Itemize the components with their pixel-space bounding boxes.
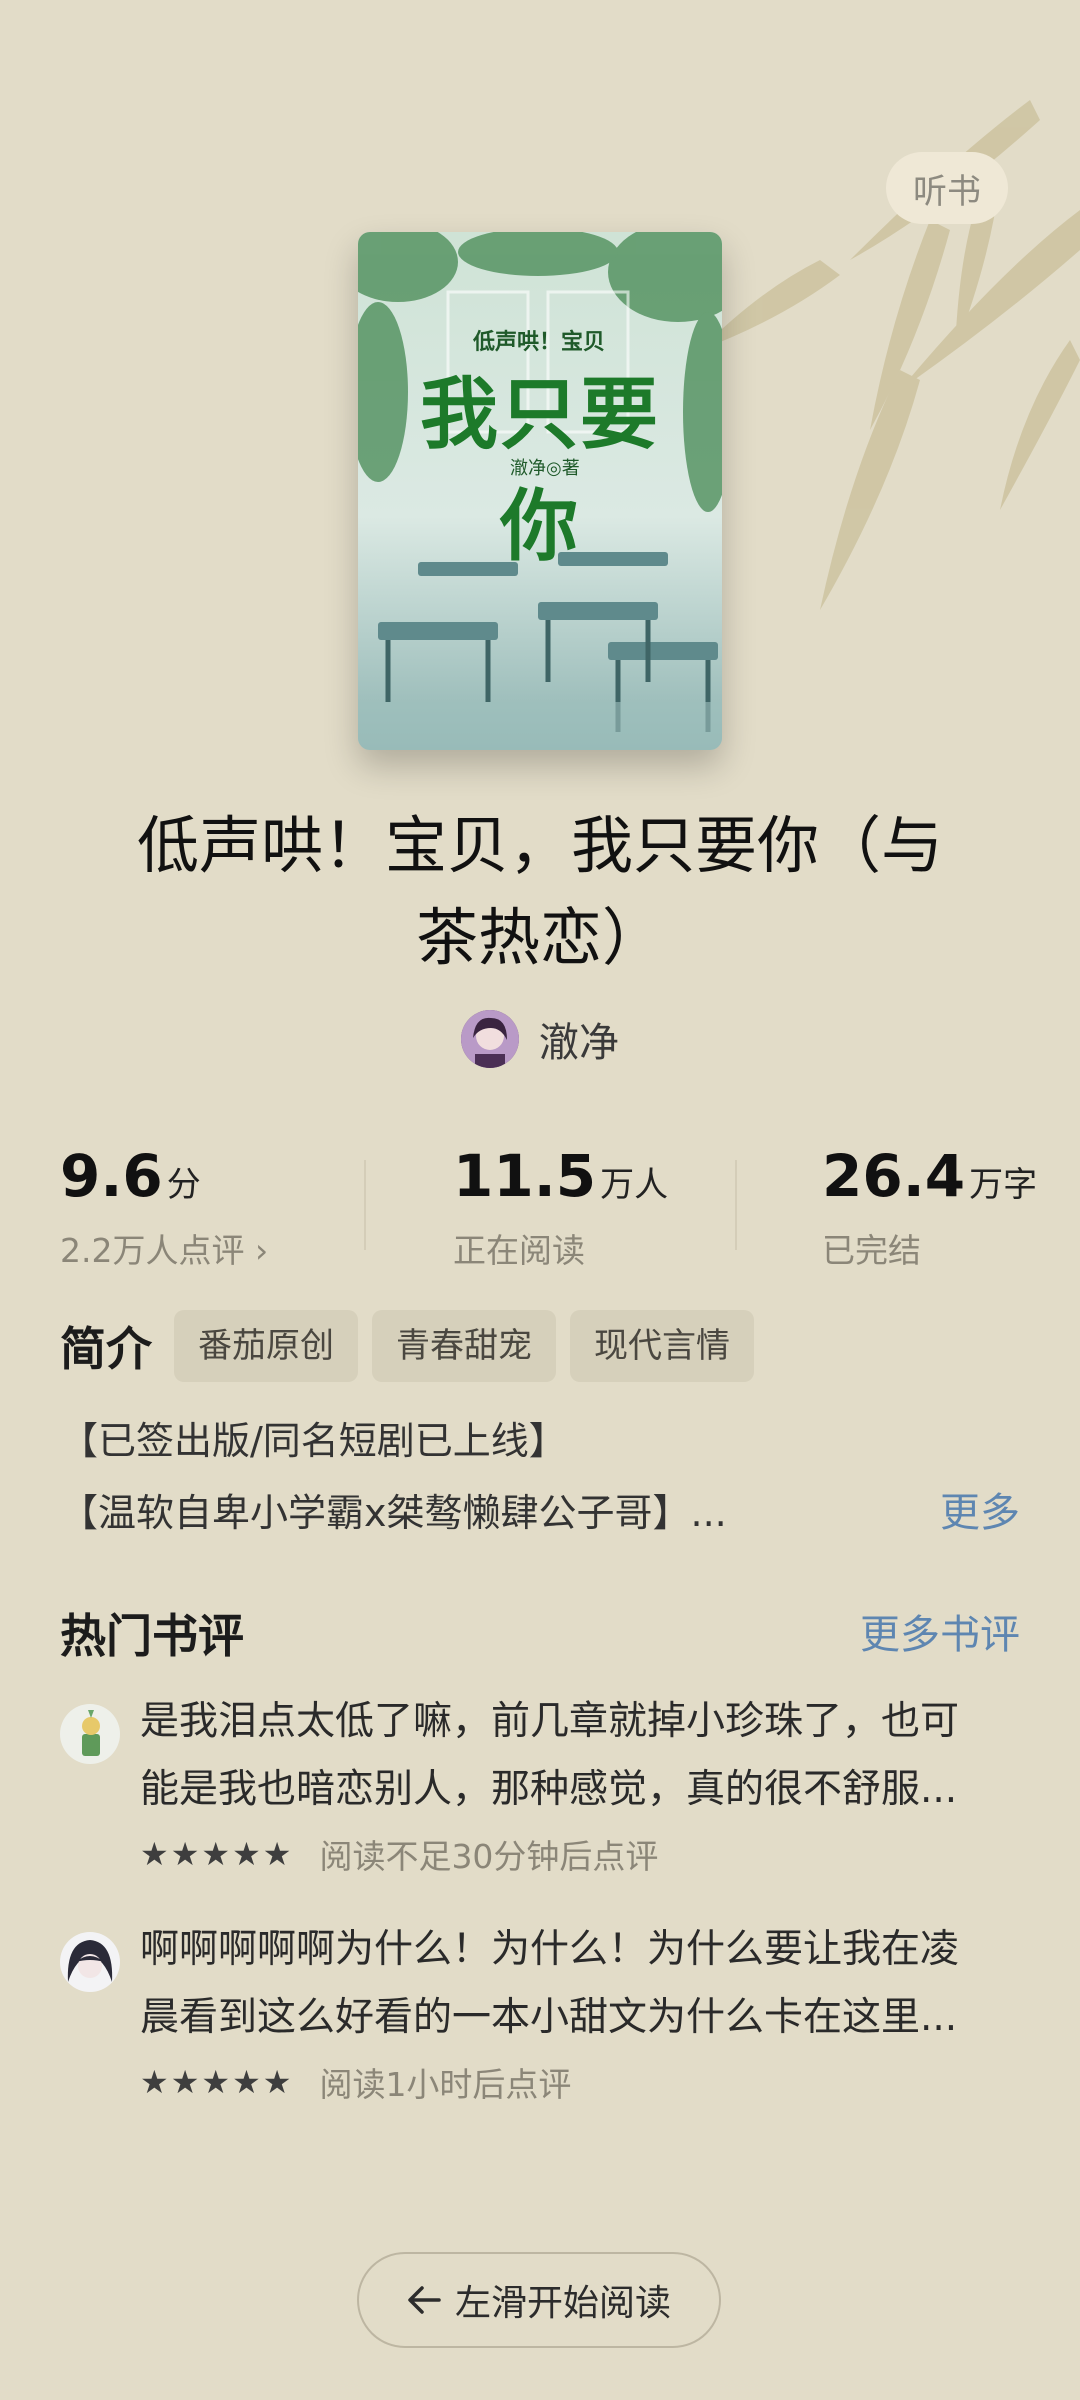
intro-line-2[interactable]: 【温软自卑小学霸x桀骜懒肆公子哥】... (60, 1482, 727, 1537)
start-reading-button[interactable]: 左滑开始阅读 (357, 2252, 721, 2348)
author-avatar[interactable] (461, 1010, 519, 1068)
readers-value: 11.5 (453, 1142, 597, 1210)
author-row[interactable]: 澈净 (0, 1010, 1080, 1068)
anime-avatar-icon[interactable] (60, 1932, 120, 1992)
score-stat[interactable]: 9.6 分 2.2万人点评 › (60, 1142, 268, 1272)
readers-stat: 11.5 万人 正在阅读 (453, 1142, 668, 1272)
intro-more-link[interactable]: 更多 (940, 1480, 1020, 1538)
book-title: 低声哄！宝贝，我只要你（与 茶热恋） (80, 800, 1000, 984)
author-name[interactable]: 澈净 (539, 1010, 619, 1068)
tag-original[interactable]: 番茄原创 (174, 1310, 358, 1382)
score-unit: 分 (166, 1165, 201, 1205)
listen-book-button[interactable]: 听书 (886, 152, 1008, 224)
book-stats: 9.6 分 2.2万人点评 › 11.5 万人 正在阅读 26.4 万字 已完结 (0, 1142, 1080, 1272)
listen-label: 听书 (913, 171, 981, 212)
stat-divider (364, 1160, 366, 1250)
start-reading-label: 左滑开始阅读 (454, 2283, 671, 2324)
intro-header: 简介 番茄原创 青春甜宠 现代言情 (60, 1310, 754, 1382)
words-stat: 26.4 万字 已完结 (822, 1142, 1037, 1272)
review-text: 是我泪点太低了嘛，前几章就掉小珍珠了，也可 能是我也暗恋别人，那种感觉，真的很不… (140, 1688, 1020, 1824)
review-meta: ★★★★★ 阅读1小时后点评 (140, 2058, 571, 2106)
intro-label: 简介 (60, 1322, 152, 1376)
review-time: 阅读不足30分钟后点评 (319, 1837, 659, 1876)
score-review-count[interactable]: 2.2万人点评 › (60, 1224, 268, 1272)
plant-avatar-icon[interactable] (60, 1704, 120, 1764)
score-value: 9.6 (60, 1142, 163, 1210)
tag-modern-romance[interactable]: 现代言情 (570, 1310, 754, 1382)
review-time: 阅读1小时后点评 (319, 2065, 572, 2104)
review-item[interactable]: 是我泪点太低了嘛，前几章就掉小珍珠了，也可 能是我也暗恋别人，那种感觉，真的很不… (60, 1699, 1020, 1880)
rating-stars: ★★★★★ (140, 1835, 294, 1873)
cover-author-mark: 澈净◎著 (510, 458, 580, 479)
review-item[interactable]: 啊啊啊啊啊为什么！为什么！为什么要让我在凌 晨看到这么好看的一本小甜文为什么卡在… (60, 1927, 1020, 2108)
completion-status: 已完结 (822, 1231, 921, 1270)
book-cover[interactable]: 低声哄！宝贝 我只要你 澈净◎著 (358, 232, 722, 750)
hot-reviews-title: 热门书评 (60, 1609, 244, 1663)
review-text: 啊啊啊啊啊为什么！为什么！为什么要让我在凌 晨看到这么好看的一本小甜文为什么卡在… (140, 1916, 1020, 2052)
tag-youth-romance[interactable]: 青春甜宠 (372, 1310, 556, 1382)
more-reviews-link[interactable]: 更多书评 (860, 1602, 1020, 1660)
arrow-left-icon (408, 2286, 441, 2314)
review-meta: ★★★★★ 阅读不足30分钟后点评 (140, 1830, 658, 1878)
words-value: 26.4 (822, 1142, 966, 1210)
book-title-line-1: 低声哄！宝贝，我只要你（与 (136, 809, 943, 882)
review-text-line-1: 是我泪点太低了嘛，前几章就掉小珍珠了，也可 (140, 1699, 960, 1744)
review-text-line-1: 啊啊啊啊啊为什么！为什么！为什么要让我在凌 (140, 1927, 960, 1972)
review-text-line-2: 晨看到这么好看的一本小甜文为什么卡在这里... (140, 1995, 958, 2040)
book-title-line-2: 茶热恋） (415, 901, 664, 974)
review-text-line-2: 能是我也暗恋别人，那种感觉，真的很不舒服... (140, 1767, 958, 1812)
intro-line-1: 【已签出版/同名短剧已上线】 (60, 1419, 567, 1463)
stat-divider (735, 1160, 737, 1250)
rating-stars: ★★★★★ (140, 2063, 294, 2101)
readers-label: 正在阅读 (453, 1231, 585, 1270)
words-unit: 万字 (969, 1165, 1038, 1205)
readers-unit: 万人 (600, 1165, 669, 1205)
